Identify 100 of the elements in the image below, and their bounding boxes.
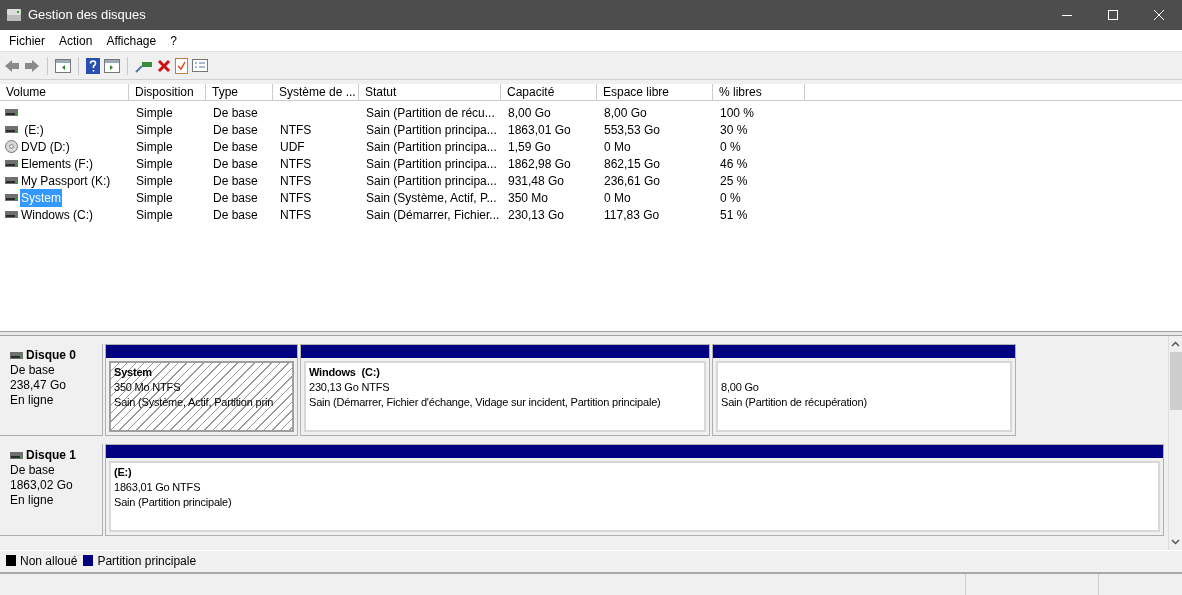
column-header[interactable]: Espace libre [597, 84, 713, 100]
delete-icon[interactable] [157, 58, 171, 73]
table-cell: Simple [136, 173, 173, 188]
column-header[interactable]: Statut [359, 84, 501, 100]
disk-label-panel[interactable]: Disque 1 De base 1863,02 Go En ligne [0, 444, 103, 536]
disk-size: 238,47 Go [10, 378, 68, 393]
drive-icon [5, 194, 18, 201]
scrollbar-thumb[interactable] [1169, 352, 1182, 410]
table-cell: 0 % [720, 139, 741, 154]
checklist-icon[interactable] [192, 59, 208, 72]
scroll-up-icon[interactable] [1171, 341, 1180, 347]
table-cell: NTFS [280, 207, 312, 222]
table-cell: De base [213, 173, 258, 188]
disk-type: De base [10, 363, 56, 378]
panel-icon[interactable] [55, 58, 71, 73]
table-cell: Sain (Partition principa... [366, 173, 497, 188]
drive-icon [5, 126, 18, 133]
table-cell: 350 Mo [508, 190, 549, 205]
table-cell: 553,53 Go [604, 122, 661, 137]
table-cell: NTFS [280, 122, 312, 137]
table-cell: De base [213, 105, 258, 120]
table-cell: Sain (Partition principa... [366, 139, 497, 154]
legend-label: Non alloué [20, 552, 78, 570]
disk-status: En ligne [10, 393, 55, 408]
table-cell: 25 % [720, 173, 748, 188]
table-cell: UDF [280, 139, 305, 154]
table-cell: 0 Mo [604, 190, 631, 205]
checked-document-icon[interactable] [175, 57, 188, 74]
table-cell: De base [213, 156, 258, 171]
table-cell: Simple [136, 156, 173, 171]
table-cell[interactable]: Windows (C:) [20, 205, 94, 224]
maximize-icon [1108, 10, 1118, 20]
table-cell[interactable]: My Passport (K:) [20, 171, 112, 190]
minimize-icon [1062, 14, 1072, 16]
table-cell: 0 Mo [604, 139, 631, 154]
table-cell: 46 % [720, 156, 748, 171]
column-header[interactable]: Capacité [501, 84, 597, 100]
table-cell: 931,48 Go [508, 173, 565, 188]
column-header[interactable]: Système de ... [273, 84, 359, 100]
disc-icon [5, 140, 18, 153]
menu-item[interactable]: Action [52, 31, 100, 50]
partition-status: Sain (Partition de récupération) [721, 395, 868, 410]
partition-size: 230,13 Go NTFS [309, 380, 391, 395]
drive-icon [5, 177, 18, 184]
table-cell: 236,61 Go [604, 173, 661, 188]
table-cell: Sain (Partition principa... [366, 122, 497, 137]
table-cell[interactable]: Elements (F:) [20, 154, 94, 173]
close-icon [1154, 10, 1164, 20]
table-cell: Simple [136, 105, 173, 120]
table-cell: Simple [136, 122, 173, 137]
menu-item[interactable]: Fichier [2, 31, 52, 50]
table-cell: Simple [136, 207, 173, 222]
partition-block[interactable]: (E:) 1863,01 Go NTFS Sain (Partition principale) [105, 444, 1164, 536]
partition-size: 8,00 Go [721, 380, 760, 395]
scroll-down-icon[interactable] [1171, 539, 1180, 545]
partition-block[interactable]: System 350 Mo NTFS Sain (Système, Actif, Partition prin [105, 344, 298, 436]
partition-status: Sain (Partition principale) [114, 495, 233, 510]
table-cell: Sain (Partition de récu... [366, 105, 495, 120]
table-cell: 8,00 Go [604, 105, 647, 120]
drive-icon [10, 452, 23, 459]
menu-item[interactable]: Affichage [99, 31, 164, 50]
table-cell: 230,13 Go [508, 207, 565, 222]
column-header[interactable]: % libres [713, 84, 805, 100]
table-cell[interactable]: (E:) [20, 120, 45, 139]
column-header[interactable]: Disposition [129, 84, 206, 100]
table-cell: Sain (Système, Actif, P... [366, 190, 497, 205]
table-cell: Sain (Démarrer, Fichier... [366, 207, 500, 222]
partition-name: System [114, 365, 153, 380]
table-cell: 8,00 Go [508, 105, 551, 120]
disk-label-panel[interactable]: Disque 0 De base 238,47 Go En ligne [0, 344, 103, 436]
partition-block[interactable]: 8,00 Go Sain (Partition de récupération) [712, 344, 1016, 436]
menu-item[interactable]: ? [163, 31, 184, 50]
partition-name: Windows (C:) [309, 365, 381, 380]
table-cell: De base [213, 190, 258, 205]
disk-status: En ligne [10, 493, 55, 508]
table-cell: Simple [136, 190, 173, 205]
disk-size: 1863,02 Go [10, 478, 74, 493]
table-cell: 1862,98 Go [508, 156, 571, 171]
table-cell: NTFS [280, 173, 312, 188]
table-cell: 0 % [720, 190, 741, 205]
table-cell[interactable]: DVD (D:) [20, 137, 71, 156]
disk-name: Disque 1 [26, 448, 76, 463]
column-header[interactable]: Type [206, 84, 273, 100]
table-cell: Sain (Partition principa... [366, 156, 497, 171]
table-cell: 117,83 Go [604, 207, 660, 222]
partition-block[interactable]: Windows (C:) 230,13 Go NTFS Sain (Démarrer, Fichier d'échange, Vidage sur incident, Partition principale) [300, 344, 710, 436]
drive-icon [5, 160, 18, 167]
forward-arrow-icon[interactable] [24, 58, 40, 73]
table-cell: De base [213, 207, 258, 222]
disk-name: Disque 0 [26, 348, 76, 363]
panel-icon[interactable] [104, 58, 120, 73]
vertical-scrollbar[interactable] [1168, 336, 1182, 550]
drive-icon [5, 109, 18, 116]
partition-status: Sain (Démarrer, Fichier d'échange, Vidage sur incident, Partition principale) [309, 395, 662, 410]
column-header[interactable]: Volume [0, 84, 129, 100]
table-cell: De base [213, 122, 258, 137]
window-title: Gestion des disques [28, 6, 146, 25]
table-cell: 862,15 Go [604, 156, 661, 171]
help-icon[interactable] [86, 57, 100, 74]
back-arrow-icon[interactable] [4, 58, 20, 73]
